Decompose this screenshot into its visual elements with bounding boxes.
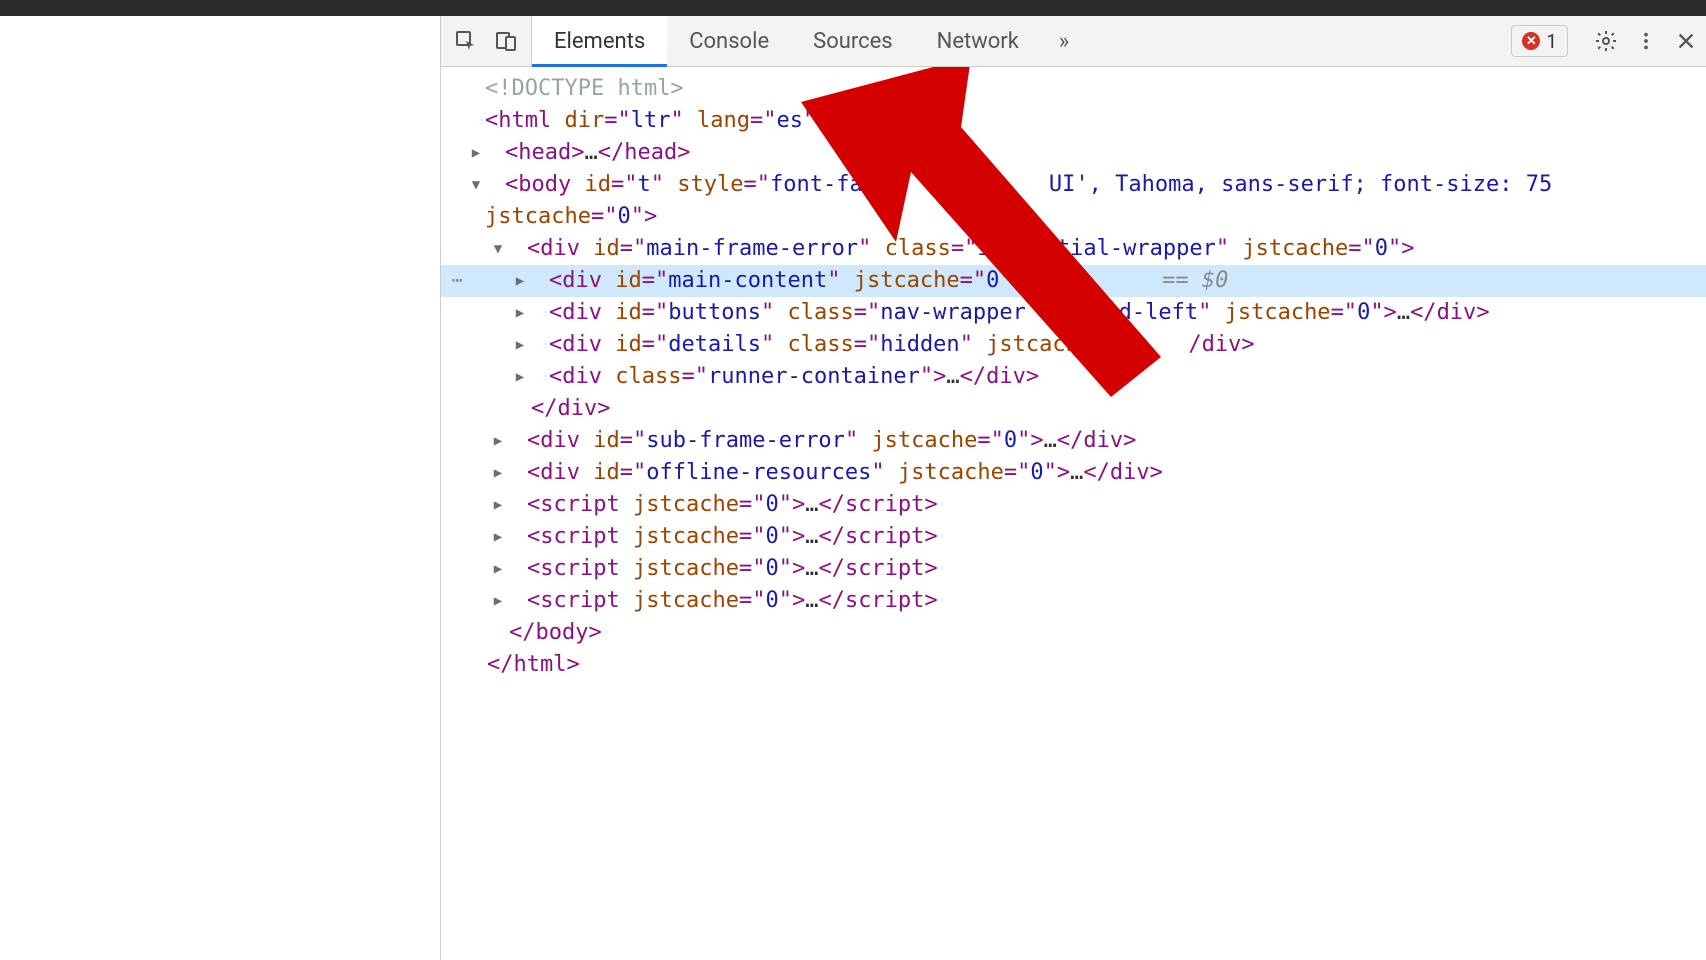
tab-network[interactable]: Network — [915, 16, 1041, 66]
dom-row-offline-resources[interactable]: ▶ <div id="offline-resources" jstcache="… — [441, 457, 1706, 489]
dom-tree[interactable]: <!DOCTYPE html> <html dir="ltr" lang="es… — [441, 67, 1706, 960]
tab-label: Console — [689, 29, 769, 54]
dom-row-script[interactable]: ▶ <script jstcache="0">…</script> — [441, 489, 1706, 521]
devtools-tabs: Elements Console Sources Network » — [532, 16, 1087, 66]
dom-row-main-content[interactable]: ⋯▶ <div id="main-content" jstcache="0">…… — [441, 265, 1706, 297]
kebab-menu-icon[interactable] — [1626, 21, 1666, 61]
close-icon[interactable] — [1666, 21, 1706, 61]
dom-row-body-cont[interactable]: jstcache="0"> — [441, 201, 1706, 233]
tab-console[interactable]: Console — [667, 16, 791, 66]
tabs-overflow-icon[interactable]: » — [1041, 16, 1087, 66]
tab-elements[interactable]: Elements — [532, 16, 667, 66]
dom-row-sub-frame-error[interactable]: ▶ <div id="sub-frame-error" jstcache="0"… — [441, 425, 1706, 457]
inspect-element-icon[interactable] — [453, 28, 479, 54]
page-preview-pane — [0, 16, 441, 960]
dom-row-main-frame-error[interactable]: ▼ <div id="main-frame-error" class="inte… — [441, 233, 1706, 265]
device-toggle-icon[interactable] — [493, 28, 519, 54]
dom-row-body-close[interactable]: </body> — [441, 617, 1706, 649]
dom-row-doctype[interactable]: <!DOCTYPE html> — [441, 73, 1706, 105]
settings-gear-icon[interactable] — [1586, 21, 1626, 61]
devtools-toolbar: Elements Console Sources Network » ✕ 1 — [441, 16, 1706, 67]
dom-row-runner[interactable]: ▶ <div class="runner-container">…</div> — [441, 361, 1706, 393]
dom-row-div-close[interactable]: </div> — [441, 393, 1706, 425]
dom-row-script[interactable]: ▶ <script jstcache="0">…</script> — [441, 521, 1706, 553]
dom-row-script[interactable]: ▶ <script jstcache="0">…</script> — [441, 585, 1706, 617]
dom-row-script[interactable]: ▶ <script jstcache="0">…</script> — [441, 553, 1706, 585]
tab-sources[interactable]: Sources — [791, 16, 915, 66]
tab-label: Elements — [554, 29, 645, 54]
error-badge[interactable]: ✕ 1 — [1511, 25, 1568, 57]
devtools-panel: Elements Console Sources Network » ✕ 1 — [441, 16, 1706, 960]
error-count: 1 — [1546, 30, 1557, 53]
dom-row-html[interactable]: <html dir="ltr" lang="es" clas — [441, 105, 1706, 137]
browser-chrome-strip — [0, 0, 1706, 16]
dom-row-html-close[interactable]: </html> — [441, 649, 1706, 681]
dom-row-body[interactable]: ▼ <body id="t" style="font-famil UI', Ta… — [441, 169, 1706, 201]
tab-label: Network — [937, 29, 1019, 54]
dom-row-buttons[interactable]: ▶ <div id="buttons" class="nav-wrapper s… — [441, 297, 1706, 329]
dom-row-details[interactable]: ▶ <div id="details" class="hidden" jstca… — [441, 329, 1706, 361]
dom-row-head[interactable]: ▶ <head>…</head> — [441, 137, 1706, 169]
tab-label: Sources — [813, 29, 893, 54]
error-icon: ✕ — [1522, 32, 1540, 50]
